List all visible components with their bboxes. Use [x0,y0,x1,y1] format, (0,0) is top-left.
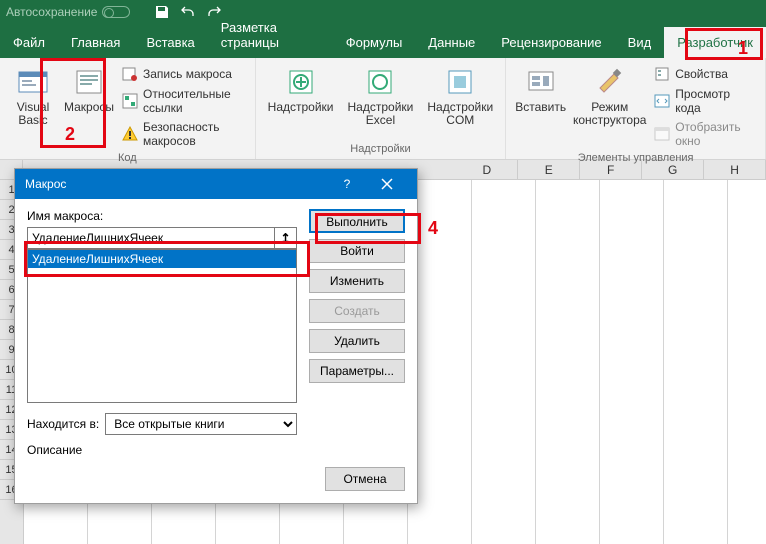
view-code-button[interactable]: Просмотр кода [650,85,759,117]
tab-review[interactable]: Рецензирование [488,27,614,58]
relative-refs-icon [122,93,138,109]
record-macro-button[interactable]: Запись макроса [118,64,249,84]
tab-data[interactable]: Данные [415,27,488,58]
macro-list-item[interactable]: УдалениеЛишнихЯчеек [28,250,296,268]
design-mode-label: Режим конструктора [573,101,647,127]
up-arrow-icon: ↥ [280,231,290,245]
insert-control-button[interactable]: Вставить [512,62,569,150]
tab-file[interactable]: Файл [0,27,58,58]
show-dialog-icon [654,126,670,142]
show-dialog-button[interactable]: Отобразить окно [650,118,759,150]
excel-addins-button[interactable]: Надстройки Excel [342,62,420,141]
properties-label: Свойства [675,67,728,81]
show-dialog-label: Отобразить окно [675,120,755,148]
relative-refs-label: Относительные ссылки [143,87,245,115]
annotation-number: 4 [428,218,438,239]
excel-addins-label: Надстройки Excel [348,101,414,127]
annotation-number: 2 [65,124,75,145]
ribbon-tabs: Файл Главная Вставка Разметка страницы Ф… [0,24,766,58]
tab-formulas[interactable]: Формулы [333,27,416,58]
com-addins-button[interactable]: Надстройки COM [421,62,499,141]
com-addins-icon [444,66,476,98]
addins-icon [285,66,317,98]
dialog-titlebar[interactable]: Макрос ? [15,169,417,199]
visual-basic-icon [17,66,49,98]
tab-view[interactable]: Вид [615,27,665,58]
located-in-select[interactable]: Все открытые книги [105,413,297,435]
macro-name-label: Имя макроса: [27,209,297,223]
col-header[interactable]: G [642,160,704,179]
macro-dialog: Макрос ? Имя макроса: ↥ УдалениеЛишнихЯч… [14,168,418,504]
warning-icon [122,126,138,142]
record-macro-label: Запись макроса [143,67,232,81]
save-icon[interactable] [152,2,172,22]
properties-icon [654,66,670,82]
visual-basic-label: Visual Basic [17,101,49,127]
record-macro-icon [122,66,138,82]
macro-list[interactable]: УдалениеЛишнихЯчеек [27,249,297,403]
col-header[interactable]: F [580,160,642,179]
col-header[interactable]: H [704,160,766,179]
options-button[interactable]: Параметры... [309,359,405,383]
col-header[interactable]: E [518,160,580,179]
group-code: Visual Basic Макросы Запись макроса Отно… [0,58,256,159]
ribbon: Visual Basic Макросы Запись макроса Отно… [0,58,766,160]
com-addins-label: Надстройки COM [427,101,493,127]
addins-button[interactable]: Надстройки [262,62,340,141]
group-addins-label: Надстройки [262,141,500,157]
close-button[interactable] [367,169,407,199]
design-mode-icon [594,66,626,98]
undo-icon[interactable] [178,2,198,22]
located-in-label: Находится в: [27,417,99,431]
close-icon [381,178,393,190]
addins-label: Надстройки [268,101,334,114]
reference-button[interactable]: ↥ [275,227,297,249]
autosave-switch-icon [102,6,130,18]
macros-icon [73,66,105,98]
macro-security-button[interactable]: Безопасность макросов [118,118,249,150]
delete-button[interactable]: Удалить [309,329,405,353]
view-code-label: Просмотр кода [675,87,755,115]
macro-name-input[interactable] [27,227,275,249]
tab-insert[interactable]: Вставка [133,27,207,58]
group-addins: Надстройки Надстройки Excel Надстройки C… [256,58,507,159]
autosave-toggle[interactable]: Автосохранение [6,5,130,19]
tab-home[interactable]: Главная [58,27,133,58]
step-into-button[interactable]: Войти [309,239,405,263]
col-header[interactable]: D [456,160,518,179]
cancel-button[interactable]: Отмена [325,467,405,491]
create-button: Создать [309,299,405,323]
run-button[interactable]: Выполнить [309,209,405,233]
dialog-title: Макрос [25,177,66,191]
macros-label: Макросы [64,101,114,114]
edit-button[interactable]: Изменить [309,269,405,293]
tab-layout[interactable]: Разметка страницы [208,12,333,58]
group-controls: Вставить Режим конструктора Свойства Про… [506,58,766,159]
view-code-icon [654,93,670,109]
description-label: Описание [27,443,297,457]
insert-control-label: Вставить [515,101,566,114]
tab-developer[interactable]: Разработчик [664,27,766,58]
properties-button[interactable]: Свойства [650,64,759,84]
title-bar: Автосохранение [0,0,766,24]
design-mode-button[interactable]: Режим конструктора [571,62,648,150]
insert-control-icon [525,66,557,98]
help-button[interactable]: ? [327,169,367,199]
visual-basic-button[interactable]: Visual Basic [6,62,60,150]
annotation-number: 1 [738,38,748,59]
autosave-label: Автосохранение [6,5,97,19]
excel-addins-icon [364,66,396,98]
relative-refs-button[interactable]: Относительные ссылки [118,85,249,117]
macro-security-label: Безопасность макросов [143,120,245,148]
